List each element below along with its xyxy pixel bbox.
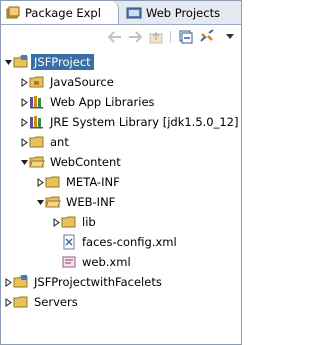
tree-item-javasource[interactable]: JavaSource <box>19 72 114 92</box>
tree-item-label: ant <box>50 135 69 149</box>
tree-item-web-app-libraries[interactable]: Web App Libraries <box>19 92 155 112</box>
collapsed-twisty-icon[interactable] <box>35 177 45 187</box>
tree-item-label: Web App Libraries <box>50 95 155 109</box>
tree-item-webcontent[interactable]: WebContent <box>19 152 121 172</box>
view-tab-bar: Package Expl Web Projects <box>1 1 241 25</box>
tree-item-label: faces-config.xml <box>82 235 177 249</box>
tab-label: Package Expl <box>25 5 101 20</box>
tree-item-label: JSFProjectwithFacelets <box>34 275 162 289</box>
tree-item-faces-config-xml[interactable]: faces-config.xml <box>51 232 177 252</box>
expanded-twisty-icon[interactable] <box>35 197 45 207</box>
back-button[interactable] <box>106 29 124 45</box>
expanded-twisty-icon[interactable] <box>3 57 13 67</box>
collapsed-twisty-icon[interactable] <box>19 117 29 127</box>
tree-item-label: WebContent <box>50 155 121 169</box>
folder-icon <box>13 294 29 310</box>
tree-item-label: META-INF <box>66 175 120 189</box>
tree-item-label: lib <box>82 215 96 229</box>
tree-item-web-xml[interactable]: web.xml <box>51 252 131 272</box>
tree-item-jre-system-library[interactable]: JRE System Library [jdk1.5.0_12] <box>19 112 238 132</box>
tree-item-jsfproject[interactable]: JSFProject <box>3 52 94 72</box>
tree-item-web-inf[interactable]: WEB-INF <box>35 192 115 212</box>
toolbar-separator <box>170 31 171 43</box>
folder-icon <box>29 134 45 150</box>
up-button[interactable] <box>147 29 165 45</box>
folder-icon <box>45 174 61 190</box>
tree-item-ant[interactable]: ant <box>19 132 69 152</box>
tree-item-jsfprojectwithfacelets[interactable]: JSFProjectwithFacelets <box>3 272 162 292</box>
web-xml-file-icon <box>61 254 77 270</box>
package-explorer-view: Package Expl Web Projects JSFProject Jav… <box>0 0 242 345</box>
package-explorer-icon <box>5 5 21 21</box>
library-icon <box>29 114 45 130</box>
tab-package-explorer[interactable]: Package Expl <box>1 1 119 24</box>
tree-item-servers[interactable]: Servers <box>3 292 78 312</box>
open-folder-icon <box>29 154 45 170</box>
collapsed-twisty-icon[interactable] <box>3 297 13 307</box>
tree-item-label: web.xml <box>82 255 131 269</box>
library-icon <box>29 94 45 110</box>
faces-config-file-icon <box>61 234 77 250</box>
arrow-right-icon <box>129 31 142 43</box>
collapsed-twisty-icon[interactable] <box>19 97 29 107</box>
tree-item-label: JSFProject <box>31 54 94 70</box>
collapsed-twisty-icon[interactable] <box>3 277 13 287</box>
arrow-left-icon <box>108 31 121 43</box>
link-icon <box>200 29 214 42</box>
view-toolbar <box>1 25 241 49</box>
tree-item-lib[interactable]: lib <box>51 212 96 232</box>
web-projects-icon <box>126 5 142 21</box>
project-icon <box>13 54 29 70</box>
view-menu-button[interactable] <box>221 29 239 45</box>
tab-web-projects[interactable]: Web Projects <box>122 1 237 24</box>
project-icon <box>13 274 29 290</box>
folder-icon <box>61 214 77 230</box>
tree-item-meta-inf[interactable]: META-INF <box>35 172 120 192</box>
open-folder-icon <box>45 194 61 210</box>
expanded-twisty-icon[interactable] <box>19 157 29 167</box>
collapsed-twisty-icon[interactable] <box>19 137 29 147</box>
tree-item-label: Servers <box>34 295 78 309</box>
forward-button[interactable] <box>126 29 144 45</box>
source-folder-icon <box>29 74 45 90</box>
collapse-all-icon <box>179 30 193 44</box>
collapse-all-button[interactable] <box>177 29 195 45</box>
tree-item-label: JRE System Library [jdk1.5.0_12] <box>50 115 239 129</box>
chevron-down-icon <box>226 34 234 39</box>
collapsed-twisty-icon[interactable] <box>51 217 61 227</box>
tree-item-label: JavaSource <box>50 75 114 89</box>
tab-label: Web Projects <box>146 5 221 20</box>
link-with-editor-button[interactable] <box>198 29 216 45</box>
tree-item-label: WEB-INF <box>66 195 116 209</box>
folder-up-icon <box>149 31 163 44</box>
collapsed-twisty-icon[interactable] <box>19 77 29 87</box>
